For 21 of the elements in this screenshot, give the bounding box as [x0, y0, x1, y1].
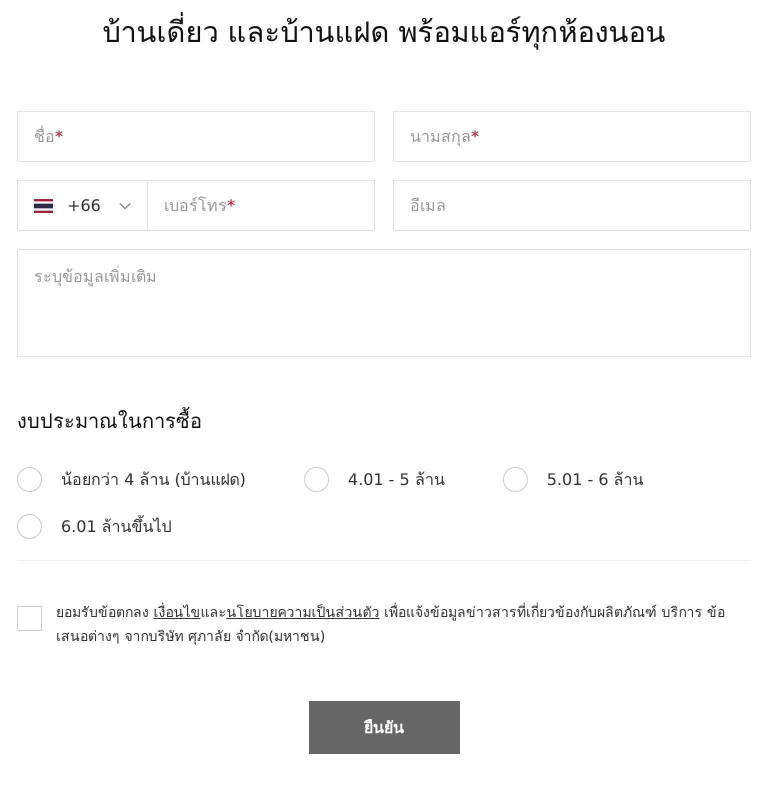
- flag-icon: [34, 198, 54, 214]
- radio-button[interactable]: [304, 467, 329, 492]
- radio-button[interactable]: [502, 467, 528, 492]
- chevron-down-icon: [118, 202, 131, 210]
- checkbox[interactable]: [17, 606, 42, 631]
- radio-button[interactable]: [17, 514, 42, 539]
- country-code-select[interactable]: +66: [17, 180, 147, 231]
- submit-button[interactable]: ยืนยัน: [308, 701, 460, 754]
- option-label: 4.01 - 5 ล้าน: [348, 469, 445, 491]
- option-label: 6.01 ล้านขึ้นไป: [61, 514, 172, 538]
- option-label: 5.01 - 6 ล้าน: [546, 469, 644, 491]
- input-field[interactable]: ชื่อ*: [17, 111, 375, 162]
- page-title: บ้านเดี่ยว และบ้านแฝด พร้อมแอร์ทุกห้องนอน: [17, 0, 751, 52]
- option-label: น้อยกว่า 4 ล้าน (บ้านแฝด): [61, 469, 246, 491]
- consent-text: ยอมรับข้อตกลง เงื่อนไขและนโยบายความเป็นส่วนตัว เพื่อแจ้งข้อมูลข่าวสารที่เกี่ยวข้องกับผลิตภัณฑ์ บริการ ข้อเสนอต่างๆ จากบริษัท ศุภาลัย จำกัด(มหาชน): [56, 601, 751, 649]
- policy-link[interactable]: นโยบายความเป็นส่วนตัว: [226, 605, 380, 621]
- phone-field[interactable]: เบอร์โทร*: [147, 180, 375, 231]
- policy-link[interactable]: เงื่อนไข: [153, 605, 200, 621]
- budget-heading: งบประมาณในการซื้อ: [17, 405, 751, 437]
- radio-button[interactable]: [17, 467, 42, 492]
- input-field[interactable]: นามสกุล*: [393, 111, 751, 162]
